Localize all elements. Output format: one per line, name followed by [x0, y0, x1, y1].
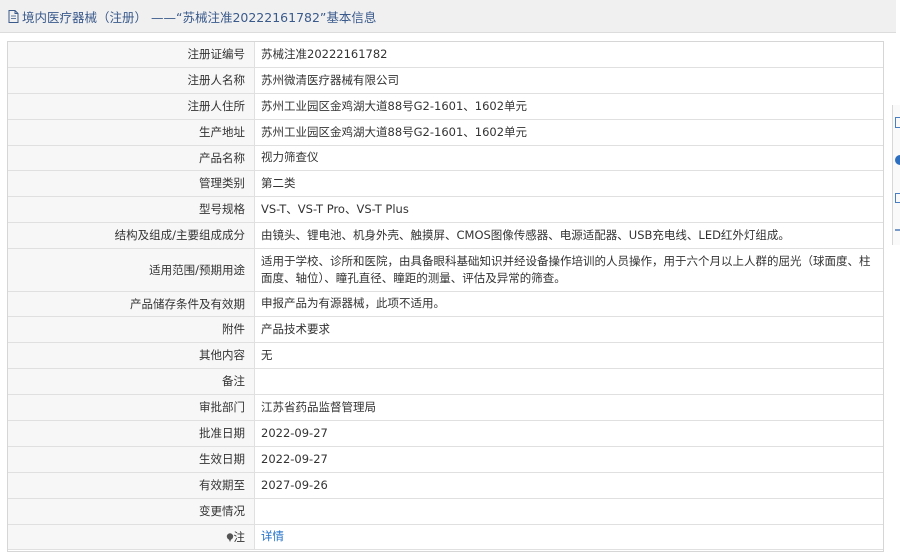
row-label: 型号规格	[8, 195, 255, 223]
row-value	[254, 497, 883, 525]
row-value: 江苏省药品监督管理局	[254, 393, 883, 421]
table-row: 产品名称 视力筛查仪	[8, 144, 883, 171]
row-value: 产品技术要求	[254, 315, 883, 343]
table-row: 生产地址 苏州工业园区金鸡湖大道88号G2-1601、1602单元	[8, 118, 883, 146]
row-value	[254, 367, 883, 395]
details-link[interactable]: 详情	[261, 529, 284, 543]
row-value: 2027-09-26	[254, 471, 883, 499]
row-label: 备注	[8, 367, 255, 395]
row-label: 结构及组成/主要组成成分	[8, 221, 255, 249]
row-label: 附件	[8, 315, 255, 343]
row-label: 注册人名称	[8, 66, 255, 94]
row-label: 批准日期	[8, 419, 255, 447]
info-panel: 注册证编号 苏械注准20222161782 注册人名称 苏州微清医疗器械有限公司…	[7, 41, 884, 552]
row-value: 视力筛查仪	[254, 144, 883, 171]
row-value: VS-T、VS-T Pro、VS-T Plus	[254, 195, 883, 223]
row-value: 苏州微清医疗器械有限公司	[254, 66, 883, 94]
row-value: 苏械注准20222161782	[254, 42, 883, 68]
table-row: 产品储存条件及有效期 申报产品为有源器械，此项不适用。	[8, 290, 883, 317]
row-label: 管理类别	[8, 169, 255, 197]
table-row: 变更情况	[8, 497, 883, 525]
row-value: 无	[254, 341, 883, 369]
document-icon	[8, 9, 19, 23]
toolbar-button[interactable]	[895, 229, 900, 231]
row-value: 第二类	[254, 169, 883, 197]
table-row: 生效日期 2022-09-27	[8, 445, 883, 473]
row-label: 产品储存条件及有效期	[8, 290, 255, 317]
row-label: 注册证编号	[8, 42, 255, 68]
row-label: 审批部门	[8, 393, 255, 421]
row-value: 由镜头、锂电池、机身外壳、触摸屏、CMOS图像传感器、电源适配器、USB充电线、…	[254, 221, 883, 249]
table-row: 批准日期 2022-09-27	[8, 419, 883, 447]
row-value: 苏州工业园区金鸡湖大道88号G2-1601、1602单元	[254, 92, 883, 120]
table-row: 型号规格 VS-T、VS-T Pro、VS-T Plus	[8, 195, 883, 223]
row-label: 注册人住所	[8, 92, 255, 120]
row-label: 有效期至	[8, 471, 255, 499]
row-value: 2022-09-27	[254, 445, 883, 473]
table-row: 其他内容 无	[8, 341, 883, 369]
row-value: 苏州工业园区金鸡湖大道88号G2-1601、1602单元	[254, 118, 883, 146]
toolbar-button[interactable]	[895, 155, 900, 165]
row-label: 生产地址	[8, 118, 255, 146]
table-row: 附件 产品技术要求	[8, 315, 883, 343]
page-title: 境内医疗器械（注册） ——“苏械注准20222161782”基本信息	[22, 9, 377, 25]
table-row: 适用范围/预期用途 适用于学校、诊所和医院，由具备眼科基础知识并经设备操作培训的…	[8, 247, 883, 292]
row-label: 生效日期	[8, 445, 255, 473]
table-row: 审批部门 江苏省药品监督管理局	[8, 393, 883, 421]
table-row: 管理类别 第二类	[8, 169, 883, 197]
page-header: 境内医疗器械（注册） ——“苏械注准20222161782”基本信息	[0, 0, 896, 33]
row-label: 适用范围/预期用途	[8, 247, 255, 292]
table-row: 注册人名称 苏州微清医疗器械有限公司	[8, 66, 883, 94]
table-row: 注册证编号 苏械注准20222161782	[8, 42, 883, 68]
toolbar-button[interactable]	[895, 117, 900, 128]
row-label: 产品名称	[8, 144, 255, 171]
pin-icon	[226, 532, 233, 542]
toolbar-button[interactable]	[895, 193, 900, 203]
row-value: 2022-09-27	[254, 419, 883, 447]
row-label: 其他内容	[8, 341, 255, 369]
table-row: 结构及组成/主要组成成分 由镜头、锂电池、机身外壳、触摸屏、CMOS图像传感器、…	[8, 221, 883, 249]
table-row: 注册人住所 苏州工业园区金鸡湖大道88号G2-1601、1602单元	[8, 92, 883, 120]
row-value: 申报产品为有源器械，此项不适用。	[254, 290, 883, 317]
note-label-cell: 注	[8, 523, 255, 550]
floating-toolbar	[892, 105, 900, 245]
note-value-cell: 详情	[254, 523, 883, 550]
row-label: 变更情况	[8, 497, 255, 525]
note-label: 注	[233, 529, 246, 544]
table-row: 备注	[8, 367, 883, 395]
table-row: 注 详情	[8, 523, 883, 550]
info-table: 注册证编号 苏械注准20222161782 注册人名称 苏州微清医疗器械有限公司…	[8, 42, 883, 550]
row-value: 适用于学校、诊所和医院，由具备眼科基础知识并经设备操作培训的人员操作，用于六个月…	[254, 247, 883, 292]
table-row: 有效期至 2027-09-26	[8, 471, 883, 499]
